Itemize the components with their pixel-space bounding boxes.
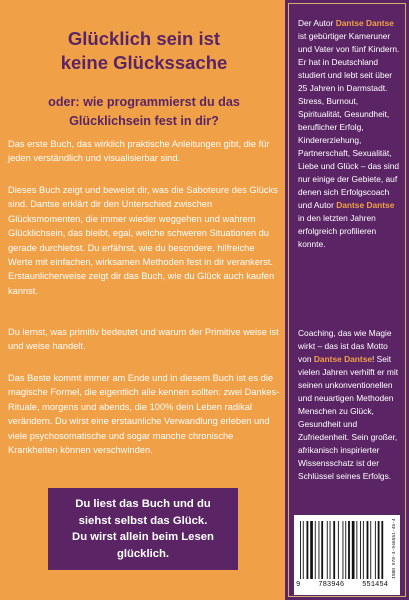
callout-line: glücklich. — [116, 547, 170, 560]
barcode-bar — [329, 521, 331, 579]
paragraph-intro: Das erste Buch, das wirklich praktische … — [8, 139, 270, 164]
callout-line: Du wirst allein beim Lesen — [72, 531, 214, 543]
barcode-bar — [300, 521, 301, 579]
book-subtitle: oder: wie programmierst du das Glücklich… — [10, 93, 278, 131]
barcode-bar — [321, 521, 324, 579]
barcode-digits: 9 783946 551454 — [296, 581, 388, 589]
barcode-bar — [381, 521, 384, 579]
barcode-bar — [310, 521, 313, 579]
barcode-bar — [348, 521, 350, 579]
paragraph-saboteurs: Dieses Buch zeigt und beweist dir, was d… — [8, 185, 278, 296]
paragraph-primitive: Du lernst, was primitiv bedeutet und war… — [8, 327, 279, 352]
callout-line: siehst selbst das Glück. — [78, 514, 208, 527]
barcode-bar — [362, 521, 364, 579]
isbn-label: ISBN 978-3-946551-45-4 — [392, 518, 397, 579]
barcode-bar — [360, 521, 361, 579]
barcode-bar — [351, 521, 355, 579]
barcode-digit-group: 783946 — [318, 581, 345, 589]
barcode-digit-group: 9 — [296, 581, 301, 589]
author-name: Dantse Dantse — [313, 354, 373, 364]
paragraph-formula: Das Beste kommt immer am Ende und in die… — [8, 373, 280, 456]
author-name: Dantse Dantse — [335, 18, 394, 28]
barcode-bar — [314, 521, 316, 579]
coaching-text-part: ! Seit vielen Jahren verhilft er mit sei… — [298, 354, 399, 481]
barcode-bar — [345, 521, 347, 579]
author-bio: Der Autor Dantse Dantse ist gebürtiger K… — [298, 17, 402, 251]
coaching-text: Coaching, das wie Magie wirkt – das ist … — [298, 327, 402, 483]
callout-box: Du liest das Buch und du siehst selbst d… — [48, 488, 238, 570]
callout-line: Du liest das Buch und du — [75, 498, 211, 510]
barcode-bar — [377, 521, 380, 579]
barcode-bar — [337, 521, 339, 579]
barcode-bar — [370, 521, 372, 579]
barcode-bar — [374, 521, 376, 579]
back-cover: Glücklich sein ist keine Glückssache ode… — [0, 0, 409, 600]
author-name: Dantse Dantse — [336, 200, 395, 210]
subtitle-line: Glücklichsein fest in dir? — [69, 114, 219, 128]
barcode-bar — [333, 521, 336, 579]
barcode-bar — [326, 521, 328, 579]
barcode-bar — [342, 521, 344, 579]
book-title: Glücklich sein ist keine Glückssache — [10, 27, 278, 75]
bio-text: ist gebürtiger Kameruner und Vater von f… — [298, 31, 400, 210]
bio-text: in den letzten Jahren erfolgreich profil… — [298, 213, 377, 249]
barcode-bar — [318, 521, 320, 579]
title-line: keine Glückssache — [60, 52, 228, 73]
title-line: Glücklich sein ist — [67, 28, 221, 49]
barcode-bar — [366, 521, 369, 579]
barcode-bar — [356, 521, 358, 579]
bio-text: Der Autor — [298, 18, 336, 28]
barcode-bar — [302, 521, 304, 579]
barcode-digit-group: 551454 — [362, 581, 388, 589]
subtitle-line: oder: wie programmierst du das — [48, 95, 240, 109]
barcode-bar — [306, 521, 309, 579]
